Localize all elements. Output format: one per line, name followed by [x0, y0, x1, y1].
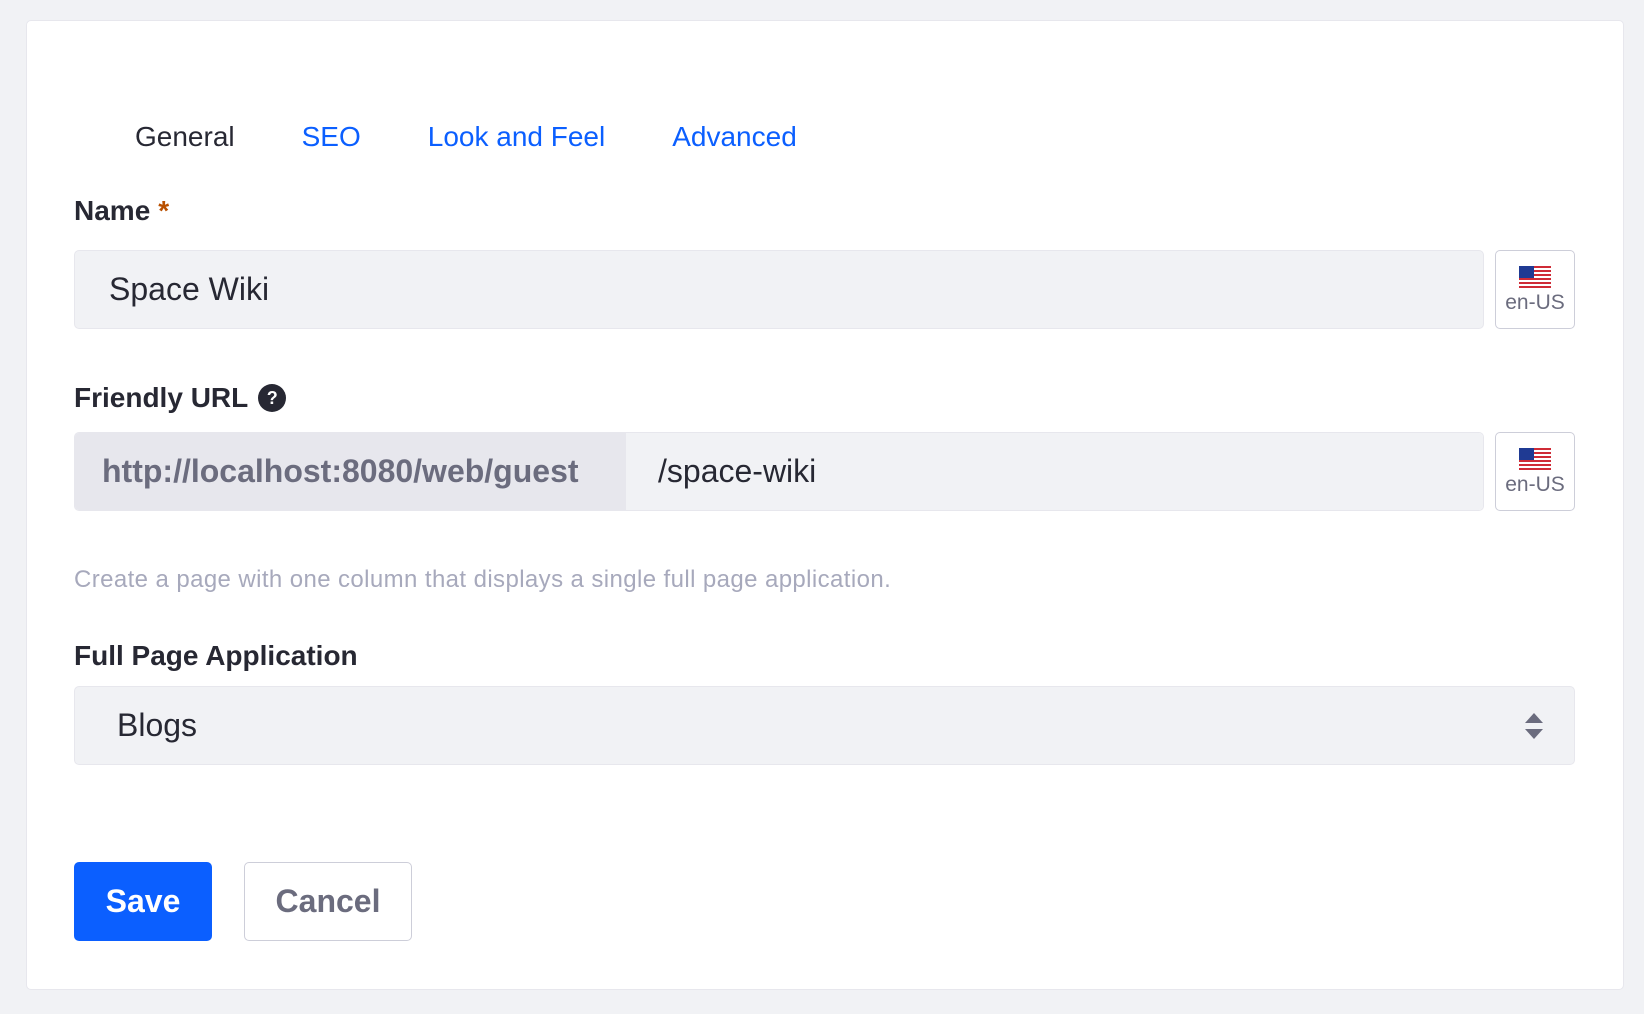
us-flag-icon [1519, 448, 1551, 470]
cancel-button[interactable]: Cancel [244, 862, 412, 941]
required-marker: * [158, 195, 170, 226]
friendly-url-locale-button[interactable]: en-US [1495, 432, 1575, 511]
friendly-url-locale-text: en-US [1505, 473, 1565, 496]
caret-double-icon [1525, 713, 1543, 739]
name-locale-text: en-US [1505, 291, 1565, 314]
tab-seo[interactable]: SEO [278, 117, 385, 157]
friendly-url-label-row: Friendly URL ? [74, 382, 287, 414]
full-page-application-select[interactable]: Blogs [74, 686, 1575, 765]
tab-look-and-feel[interactable]: Look and Feel [404, 117, 629, 157]
name-label-row: Name * [74, 195, 169, 227]
friendly-url-input[interactable]: /space-wiki [626, 433, 1483, 510]
name-label: Name [74, 195, 151, 226]
friendly-url-prefix: http://localhost:8080/web/guest [75, 433, 626, 510]
full-page-application-label-row: Full Page Application [74, 640, 358, 672]
friendly-url-value: /space-wiki [658, 453, 817, 489]
friendly-url-label: Friendly URL [74, 382, 249, 413]
name-locale-button[interactable]: en-US [1495, 250, 1575, 329]
page-type-description: Create a page with one column that displ… [74, 566, 892, 593]
tab-bar: General SEO Look and Feel Advanced [111, 117, 821, 157]
save-button[interactable]: Save [74, 862, 212, 941]
tab-advanced[interactable]: Advanced [648, 117, 821, 157]
question-circle-icon[interactable]: ? [258, 384, 287, 412]
full-page-application-selected: Blogs [117, 707, 198, 743]
name-input-value: Space Wiki [109, 271, 270, 307]
tab-general[interactable]: General [111, 117, 259, 157]
name-input[interactable]: Space Wiki [74, 250, 1484, 329]
friendly-url-input-group: http://localhost:8080/web/guest /space-w… [74, 432, 1484, 511]
full-page-application-label: Full Page Application [74, 640, 358, 671]
us-flag-icon [1519, 266, 1551, 288]
